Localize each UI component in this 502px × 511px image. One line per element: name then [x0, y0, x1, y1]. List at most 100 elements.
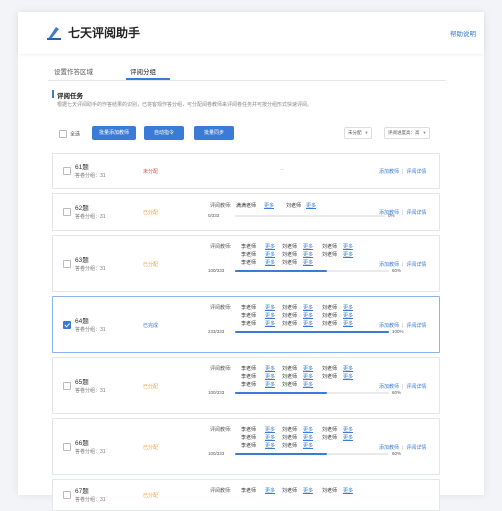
more-link[interactable]: 更多 — [265, 251, 275, 258]
select-all[interactable]: 全选 — [59, 130, 80, 138]
review-detail-link[interactable]: 评阅详情 — [406, 262, 426, 268]
tab-answer-area[interactable]: 设置作答区域 — [54, 66, 93, 76]
more-link[interactable]: 更多 — [303, 365, 313, 372]
more-link[interactable]: 更多 — [343, 487, 353, 494]
more-link[interactable]: 更多 — [303, 312, 313, 319]
more-link[interactable]: 更多 — [303, 442, 313, 449]
teacher-name: 刘老师 — [322, 252, 338, 258]
teacher-name: 刘老师 — [322, 366, 338, 372]
more-link[interactable]: 更多 — [265, 243, 275, 250]
review-detail-link[interactable]: 评阅详情 — [406, 169, 426, 175]
question-row[interactable]: 65题 答卷分组：31 已分配 评阅教师: 李老师 更多 刘老师 更多 刘老师 更多 李老师 更多 刘老… — [52, 357, 440, 414]
batch-sync-button[interactable]: 批量同步 — [194, 126, 234, 140]
no-teacher-placeholder: - — [281, 167, 283, 173]
row-checkbox[interactable] — [63, 167, 71, 175]
question-row[interactable]: 66题 答卷分组：31 已分配 评阅教师: 李老师 更多 刘老师 更多 刘老师 更多 李老师 更多 刘老… — [52, 418, 440, 475]
teacher-name: 刘老师 — [282, 488, 298, 494]
more-link[interactable]: 更多 — [306, 202, 316, 209]
review-detail-link[interactable]: 评阅详情 — [406, 210, 426, 216]
more-link[interactable]: 更多 — [303, 259, 313, 266]
more-link[interactable]: 更多 — [343, 373, 353, 380]
progress-count: 100/333 — [208, 451, 225, 456]
reviewer-label: 评阅教师: — [210, 203, 232, 209]
more-link[interactable]: 更多 — [264, 202, 274, 209]
add-teacher-link[interactable]: 添加教师 — [379, 169, 399, 175]
teacher-name: 刘老师 — [322, 427, 338, 433]
status-filter-select[interactable]: 未分配 ▼ — [344, 127, 373, 139]
question-name: 64题 — [75, 317, 89, 325]
more-link[interactable]: 更多 — [265, 312, 275, 319]
more-link[interactable]: 更多 — [303, 434, 313, 441]
section-marker — [52, 90, 54, 98]
add-teacher-link[interactable]: 添加教师 — [379, 210, 399, 216]
more-link[interactable]: 更多 — [303, 243, 313, 250]
speed-sort-select[interactable]: 评阅进度高：高 ▼ — [384, 127, 431, 139]
teacher-name: 李老师 — [241, 244, 257, 250]
more-link[interactable]: 更多 — [303, 320, 313, 327]
more-link[interactable]: 更多 — [265, 381, 275, 388]
more-link[interactable]: 更多 — [303, 251, 313, 258]
progress-percent: 60% — [392, 268, 402, 273]
progress-bar — [235, 453, 389, 455]
teacher-name: 刘老师 — [322, 374, 338, 380]
question-row[interactable]: 63题 答卷分组：31 已分配 评阅教师: 李老师 更多 刘老师 更多 刘老师 更多 李老师 更多 刘老… — [52, 235, 440, 292]
tab-review-group[interactable]: 评阅分组 — [130, 66, 156, 76]
row-checkbox[interactable] — [63, 320, 71, 329]
teacher-name: 李老师 — [241, 427, 257, 433]
more-link[interactable]: 更多 — [303, 381, 313, 388]
progress-fill — [235, 270, 327, 272]
question-row[interactable]: 62题 答卷分组：31 已分配 评阅教师: 满满老师 更多 刘老师 更多 0/333 0% 添加教师… — [52, 193, 440, 231]
review-detail-link[interactable]: 评阅详情 — [406, 384, 426, 390]
review-detail-link[interactable]: 评阅详情 — [406, 323, 426, 329]
more-link[interactable]: 更多 — [265, 365, 275, 372]
more-link[interactable]: 更多 — [265, 487, 275, 494]
more-link[interactable]: 更多 — [265, 259, 275, 266]
batch-add-teacher-button[interactable]: 批量添加教师 — [92, 126, 136, 140]
question-row[interactable]: 64题 答卷分组：31 已完成 评阅教师: 李老师 更多 刘老师 更多 刘老师 更多 李老师 更多 刘老… — [52, 296, 440, 353]
row-actions: 添加教师 | 评阅详情 — [379, 261, 426, 268]
row-actions: 添加教师 | 评阅详情 — [379, 168, 426, 175]
more-link[interactable]: 更多 — [303, 426, 313, 433]
select-all-checkbox[interactable] — [59, 130, 67, 138]
question-score: 答卷分组：31 — [75, 173, 106, 179]
more-link[interactable]: 更多 — [265, 373, 275, 380]
question-row[interactable]: 61题 答卷分组：31 未分配 - 添加教师 | 评阅详情 — [52, 153, 440, 189]
row-checkbox[interactable] — [63, 381, 71, 390]
action-separator: | — [402, 383, 404, 390]
question-row[interactable]: 67题 答卷分组：31 已分配 评阅教师: 李老师 更多 刘老师 更多 刘老师 更多 — [52, 479, 440, 511]
teacher-name: 李老师 — [241, 488, 257, 494]
more-link[interactable]: 更多 — [343, 365, 353, 372]
more-link[interactable]: 更多 — [303, 304, 313, 311]
more-link[interactable]: 更多 — [303, 373, 313, 380]
help-link[interactable]: 帮助说明 — [450, 28, 476, 38]
more-link[interactable]: 更多 — [343, 251, 353, 258]
row-checkbox[interactable] — [63, 491, 71, 499]
more-link[interactable]: 更多 — [343, 312, 353, 319]
auto-assign-button[interactable]: 自动指令 — [144, 126, 184, 140]
reviewer-label: 评阅教师: — [210, 366, 232, 372]
more-link[interactable]: 更多 — [343, 434, 353, 441]
more-link[interactable]: 更多 — [343, 304, 353, 311]
progress-bar — [235, 270, 389, 272]
progress-count: 233/333 — [208, 329, 225, 334]
add-teacher-link[interactable]: 添加教师 — [379, 323, 399, 329]
progress-percent: 100% — [392, 329, 404, 334]
add-teacher-link[interactable]: 添加教师 — [379, 445, 399, 451]
more-link[interactable]: 更多 — [343, 426, 353, 433]
more-link[interactable]: 更多 — [343, 320, 353, 327]
review-detail-link[interactable]: 评阅详情 — [406, 445, 426, 451]
more-link[interactable]: 更多 — [265, 304, 275, 311]
row-checkbox[interactable] — [63, 259, 71, 268]
more-link[interactable]: 更多 — [343, 243, 353, 250]
question-name: 67题 — [75, 488, 89, 495]
more-link[interactable]: 更多 — [303, 487, 313, 494]
more-link[interactable]: 更多 — [265, 320, 275, 327]
add-teacher-link[interactable]: 添加教师 — [379, 262, 399, 268]
teacher-name: 满满老师 — [236, 203, 257, 209]
add-teacher-link[interactable]: 添加教师 — [379, 384, 399, 390]
row-checkbox[interactable] — [63, 208, 71, 216]
row-checkbox[interactable] — [63, 442, 71, 451]
more-link[interactable]: 更多 — [265, 442, 275, 449]
more-link[interactable]: 更多 — [265, 426, 275, 433]
more-link[interactable]: 更多 — [265, 434, 275, 441]
